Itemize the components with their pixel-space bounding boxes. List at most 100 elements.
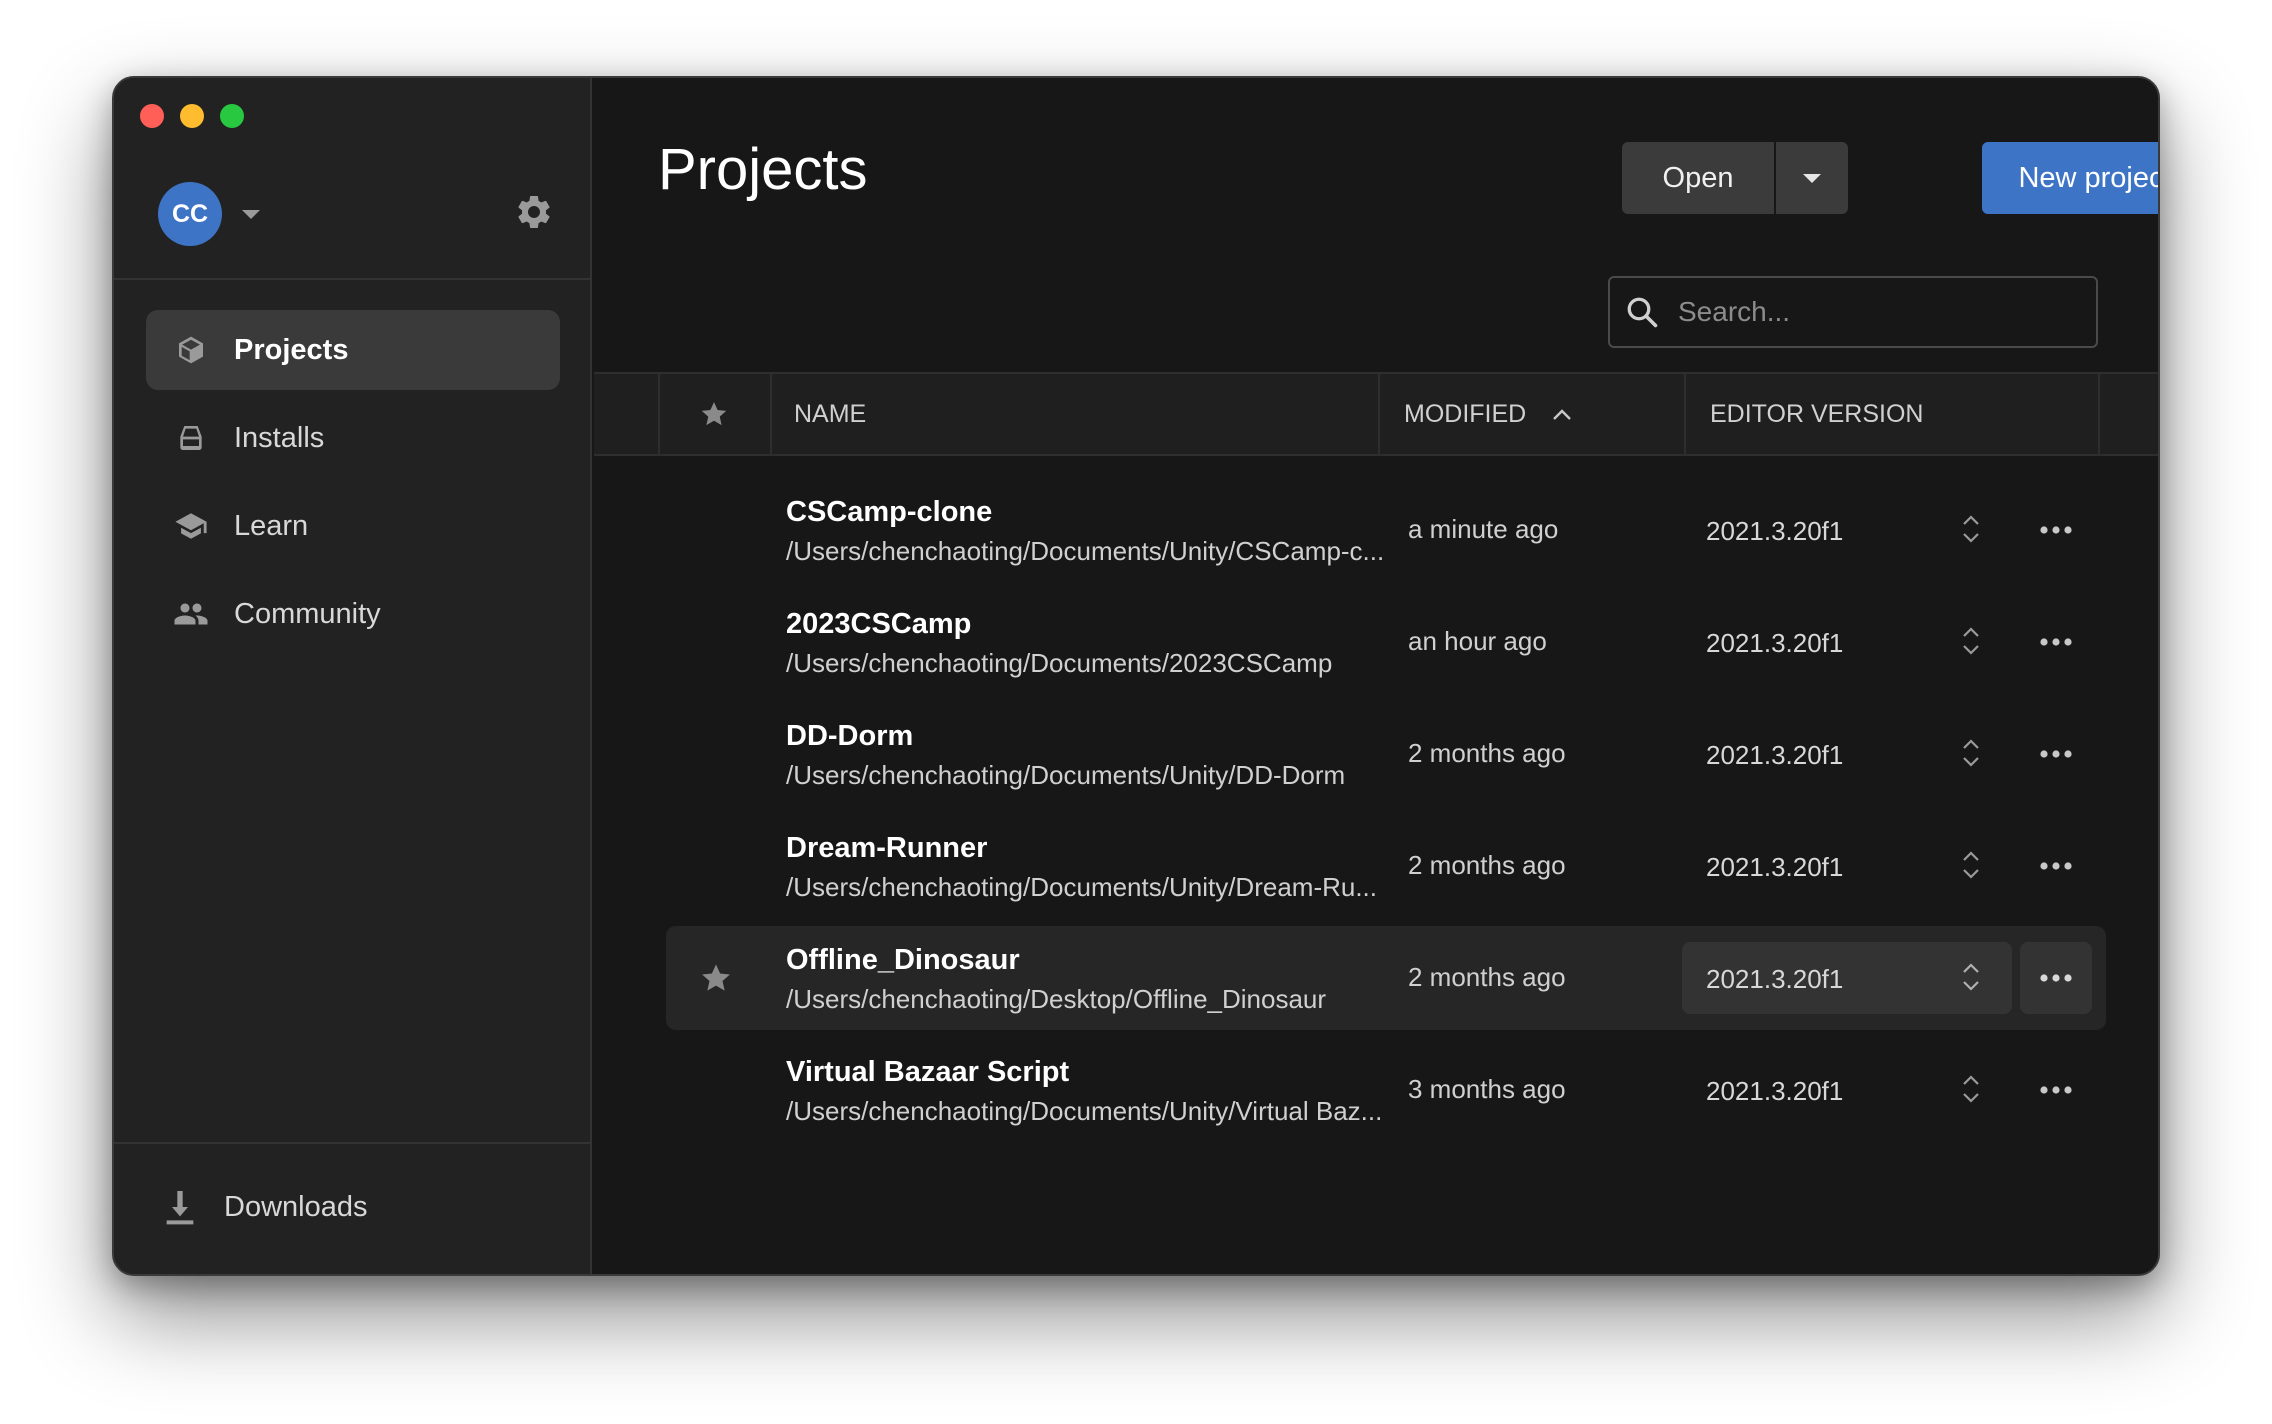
downloads-label: Downloads [224,1190,368,1223]
more-options-button[interactable] [2020,830,2092,902]
project-modified: 2 months ago [1408,738,1566,768]
project-modified: an hour ago [1408,626,1547,656]
main-panel: Projects Open New project NAME [594,78,2158,1274]
project-name: Offline_Dinosaur [786,944,1020,976]
favorite-toggle[interactable] [694,508,738,552]
project-name: Dream-Runner [786,832,988,864]
sidebar-nav: Projects Installs Learn Community [146,310,560,662]
favorite-toggle[interactable] [694,956,738,1000]
cube-icon [172,331,210,369]
more-icon [2040,638,2072,646]
more-options-button[interactable] [2020,942,2092,1014]
star-icon [702,964,730,991]
divider [114,278,590,280]
sidebar-item-label: Projects [234,333,349,366]
account-menu[interactable]: CC [158,182,260,246]
window-controls [140,104,244,128]
project-path: /Users/chenchaoting/Documents/Unity/Virt… [786,1096,1383,1126]
table-row[interactable]: Dream-Runner /Users/chenchaoting/Documen… [666,814,2106,918]
project-path: /Users/chenchaoting/Desktop/Offline_Dino… [786,984,1327,1014]
up-down-chevron-icon [1963,739,1979,767]
sidebar-item-learn[interactable]: Learn [146,486,560,566]
sidebar-item-label: Installs [234,421,325,454]
project-modified: 2 months ago [1408,850,1566,880]
project-path: /Users/chenchaoting/Documents/Unity/CSCa… [786,536,1385,566]
editor-version-select[interactable]: 2021.3.20f1 [1682,718,2012,790]
sidebar-item-label: Community [234,597,381,630]
project-name: CSCamp-clone [786,496,993,528]
unity-hub-window: CC Projects Installs Learn Community Dow… [112,76,2160,1276]
up-down-chevron-icon [1963,1075,1979,1103]
editor-version-select[interactable]: 2021.3.20f1 [1682,494,2012,566]
table-row[interactable]: CSCamp-clone /Users/chenchaoting/Documen… [666,478,2106,582]
modified-column-header[interactable]: MODIFIED [1404,374,1572,454]
search-input[interactable] [1678,296,2078,328]
project-modified: 3 months ago [1408,1074,1566,1104]
more-options-button[interactable] [2020,494,2092,566]
table-row[interactable]: Virtual Bazaar Script /Users/chenchaotin… [666,1038,2106,1142]
more-icon [2040,862,2072,870]
more-icon [2040,526,2072,534]
sidebar-item-community[interactable]: Community [146,574,560,654]
column-divider [2098,374,2100,454]
more-options-button[interactable] [2020,1054,2092,1126]
sort-ascending-icon [1553,409,1572,420]
editor-version-value: 2021.3.20f1 [1706,852,1844,882]
more-icon [2040,974,2072,982]
disk-icon [172,419,210,457]
search-icon [1627,297,1658,328]
downloads-button[interactable]: Downloads [164,1188,367,1226]
sidebar: CC Projects Installs Learn Community Dow… [114,78,592,1274]
sidebar-item-installs[interactable]: Installs [146,398,560,478]
project-name: Virtual Bazaar Script [786,1056,1070,1088]
column-divider [1378,374,1380,454]
editor-version-value: 2021.3.20f1 [1706,740,1844,770]
sidebar-item-label: Learn [234,509,309,542]
up-down-chevron-icon [1963,627,1979,655]
editor-version-select[interactable]: 2021.3.20f1 [1682,606,2012,678]
page-title: Projects [658,137,868,202]
editor-version-select[interactable]: 2021.3.20f1 [1682,942,2012,1014]
more-icon [2040,1086,2072,1094]
people-icon [172,595,210,633]
minimize-window-button[interactable] [180,104,204,128]
more-options-button[interactable] [2020,606,2092,678]
up-down-chevron-icon [1963,963,1979,991]
sidebar-item-projects[interactable]: Projects [146,310,560,390]
graduation-cap-icon [172,507,210,545]
more-options-button[interactable] [2020,718,2092,790]
favorite-toggle[interactable] [694,844,738,888]
table-row[interactable]: DD-Dorm /Users/chenchaoting/Documents/Un… [666,702,2106,806]
project-name: DD-Dorm [786,720,914,752]
chevron-down-icon [1803,173,1821,183]
download-icon [166,1191,194,1225]
gear-icon[interactable] [514,192,554,232]
project-path: /Users/chenchaoting/Documents/Unity/Drea… [786,872,1378,902]
chevron-down-icon[interactable] [242,209,260,219]
favorite-toggle[interactable] [694,732,738,776]
favorite-toggle[interactable] [694,620,738,664]
editor-version-select[interactable]: 2021.3.20f1 [1682,1054,2012,1126]
editor-version-column-header[interactable]: EDITOR VERSION [1710,374,1923,454]
zoom-window-button[interactable] [220,104,244,128]
column-divider [1684,374,1686,454]
table-row[interactable]: 2023CSCamp /Users/chenchaoting/Documents… [666,590,2106,694]
favorite-toggle[interactable] [694,1068,738,1112]
project-modified: a minute ago [1408,514,1559,544]
open-button-group: Open [1622,142,1848,214]
editor-version-select[interactable]: 2021.3.20f1 [1682,830,2012,902]
editor-version-value: 2021.3.20f1 [1706,1076,1844,1106]
close-window-button[interactable] [140,104,164,128]
name-column-header[interactable]: NAME [794,374,866,454]
open-button[interactable]: Open [1622,142,1774,214]
divider [114,1142,590,1144]
up-down-chevron-icon [1963,515,1979,543]
search-box[interactable] [1608,276,2098,348]
new-project-button[interactable]: New project [1982,142,2158,214]
avatar[interactable]: CC [158,182,222,246]
open-menu-button[interactable] [1776,142,1848,214]
favorite-column-header[interactable] [658,374,770,454]
star-icon [701,402,727,426]
table-row[interactable]: Offline_Dinosaur /Users/chenchaoting/Des… [666,926,2106,1030]
editor-version-value: 2021.3.20f1 [1706,516,1844,546]
